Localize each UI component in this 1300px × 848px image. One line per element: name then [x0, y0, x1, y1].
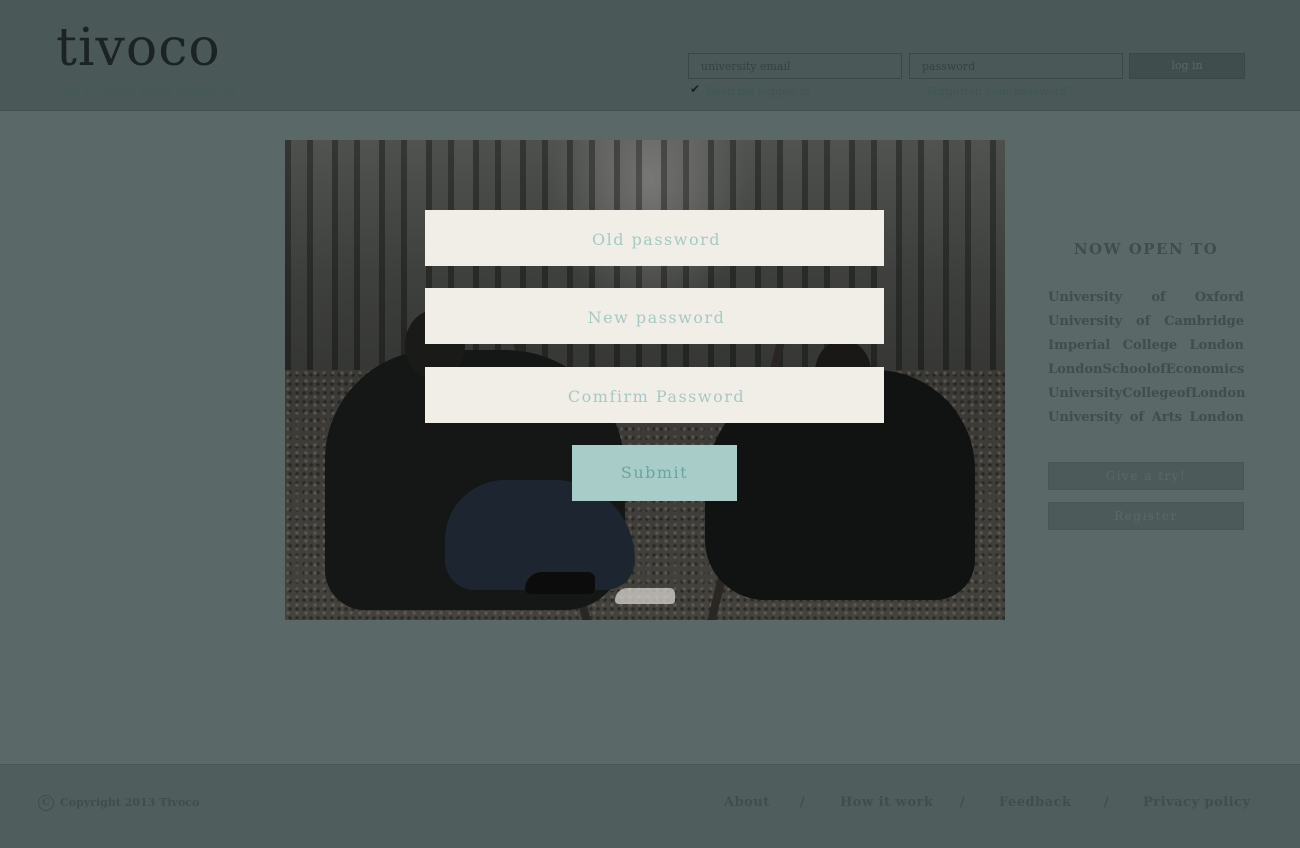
footer-link-privacy-policy[interactable]: Privacy policy: [1143, 795, 1251, 810]
old-password-input[interactable]: [425, 210, 888, 268]
old-password-field: [425, 210, 888, 268]
forgot-password-link[interactable]: Forgotten your password?: [927, 85, 1073, 98]
site-footer: C Copyright 2013 Tivoco About / How it wo…: [0, 764, 1300, 848]
footer-separator: /: [1104, 795, 1109, 810]
password-field-wrapper: [909, 53, 1123, 79]
university-list: University of Oxford University of Cambridge I…: [1048, 286, 1246, 430]
footer-link-how-it-work[interactable]: How it work: [840, 795, 933, 810]
tivoco-logo[interactable]: tivoco: [56, 16, 221, 80]
university-item: Imperial College London: [1048, 338, 1244, 353]
login-button[interactable]: log in: [1129, 53, 1245, 79]
confirm-password-field: [425, 367, 888, 425]
password-input[interactable]: [910, 54, 1122, 78]
register-button[interactable]: Register: [1048, 502, 1244, 530]
footer-link-about[interactable]: About: [724, 795, 770, 810]
site-header: tivoco Life is better when connected log…: [0, 0, 1300, 111]
footer-separator: /: [960, 795, 965, 810]
submit-button[interactable]: Submit: [572, 445, 737, 501]
give-a-try-button[interactable]: Give a try!: [1048, 462, 1244, 490]
email-input[interactable]: [689, 54, 901, 78]
checkmark-icon: ✔: [690, 82, 701, 96]
university-item: University College of London: [1048, 386, 1246, 401]
copyright: C Copyright 2013 Tivoco: [38, 795, 199, 811]
university-item: University of Arts London: [1048, 410, 1244, 425]
university-item: University of Oxford: [1048, 290, 1244, 305]
new-password-input[interactable]: [425, 288, 888, 346]
footer-link-feedback[interactable]: Feedback: [999, 795, 1072, 810]
university-item: University of Cambridge: [1048, 314, 1244, 329]
university-item: London School of Economics: [1048, 362, 1245, 377]
side-panel: NOW OPEN TO University of Oxford University…: [1048, 240, 1246, 530]
tagline: Life is better when connected: [57, 84, 238, 97]
copyright-text: Copyright 2013 Tivoco: [60, 796, 200, 809]
now-open-title: NOW OPEN TO: [1073, 240, 1219, 258]
new-password-field: [425, 288, 888, 346]
confirm-password-input[interactable]: [425, 367, 888, 425]
keep-logged-in-label: Keep me logged in: [706, 85, 810, 98]
copyright-icon: C: [38, 795, 54, 811]
footer-separator: /: [800, 795, 805, 810]
email-field-wrapper: [688, 53, 902, 79]
